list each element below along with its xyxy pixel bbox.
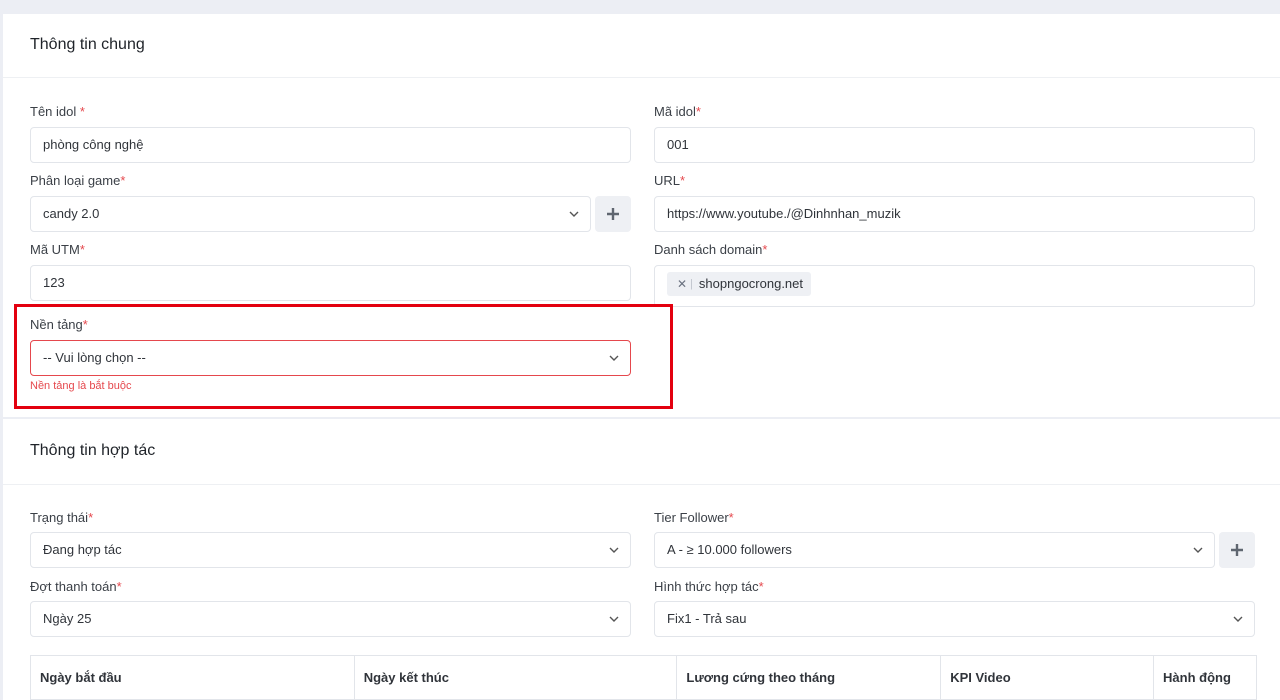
utm-code-input[interactable]: 123 xyxy=(30,265,631,301)
chevron-down-icon xyxy=(609,616,619,622)
idol-code-label: Mã idol* xyxy=(654,104,701,119)
status-select[interactable]: Đang hợp tác xyxy=(30,532,631,568)
url-label: URL* xyxy=(654,173,686,188)
url-value: https://www.youtube./@Dinhnhan_muzik xyxy=(667,206,901,221)
tier-follower-value: A - ≥ 10.000 followers xyxy=(667,542,792,557)
status-label: Trạng thái* xyxy=(30,510,94,525)
utm-code-value: 123 xyxy=(43,275,65,290)
add-tier-button[interactable] xyxy=(1219,532,1255,568)
remove-tag-icon[interactable]: ✕ xyxy=(677,272,687,296)
tag-separator: | xyxy=(690,278,693,290)
idol-code-value: 001 xyxy=(667,137,689,152)
contract-table: Ngày bắt đầu Ngày kết thúc Lương cứng th… xyxy=(30,655,1257,700)
cooperation-form-select[interactable]: Fix1 - Trả sau xyxy=(654,601,1255,637)
utm-code-label: Mã UTM* xyxy=(30,242,85,257)
chevron-down-icon xyxy=(1193,547,1203,553)
cooperation-form-label: Hình thức hợp tác* xyxy=(654,579,764,594)
chevron-down-icon xyxy=(1233,616,1243,622)
payment-period-select[interactable]: Ngày 25 xyxy=(30,601,631,637)
plus-icon xyxy=(1231,544,1243,556)
domain-list-input[interactable]: ✕ | shopngocrong.net xyxy=(654,265,1255,307)
column-kpi-video: KPI Video xyxy=(940,655,1155,700)
game-type-select[interactable]: candy 2.0 xyxy=(30,196,591,232)
idol-code-input[interactable]: 001 xyxy=(654,127,1255,163)
url-input[interactable]: https://www.youtube./@Dinhnhan_muzik xyxy=(654,196,1255,232)
idol-name-value: phòng công nghệ xyxy=(43,137,144,152)
add-game-type-button[interactable] xyxy=(595,196,631,232)
tier-follower-label: Tier Follower* xyxy=(654,510,734,525)
idol-name-input[interactable]: phòng công nghệ xyxy=(30,127,631,163)
payment-period-value: Ngày 25 xyxy=(43,611,92,626)
general-info-title: Thông tin chung xyxy=(3,14,1280,78)
column-monthly-salary: Lương cứng theo tháng xyxy=(676,655,942,700)
chevron-down-icon xyxy=(569,211,579,217)
cooperation-info-card: Thông tin hợp tác Trạng thái* Đang hợp t… xyxy=(3,419,1280,700)
column-end-date: Ngày kết thúc xyxy=(353,655,678,700)
domain-tag: ✕ | shopngocrong.net xyxy=(667,272,812,296)
game-type-label: Phân loại game* xyxy=(30,173,126,188)
domain-tag-label: shopngocrong.net xyxy=(698,276,804,291)
column-start-date: Ngày bắt đầu xyxy=(30,655,355,700)
idol-name-label: Tên idol * xyxy=(30,104,85,119)
cooperation-form-value: Fix1 - Trả sau xyxy=(667,611,747,626)
plus-icon xyxy=(607,208,619,220)
domain-list-label: Danh sách domain* xyxy=(654,242,768,257)
status-value: Đang hợp tác xyxy=(43,542,122,557)
tier-follower-select[interactable]: A - ≥ 10.000 followers xyxy=(654,532,1215,568)
payment-period-label: Đợt thanh toán* xyxy=(30,579,122,594)
highlight-box xyxy=(14,304,673,409)
chevron-down-icon xyxy=(609,547,619,553)
cooperation-info-title: Thông tin hợp tác xyxy=(3,419,1280,485)
table-header-row: Ngày bắt đầu Ngày kết thúc Lương cứng th… xyxy=(30,655,1257,700)
game-type-value: candy 2.0 xyxy=(43,206,100,221)
column-actions: Hành động xyxy=(1153,655,1257,700)
